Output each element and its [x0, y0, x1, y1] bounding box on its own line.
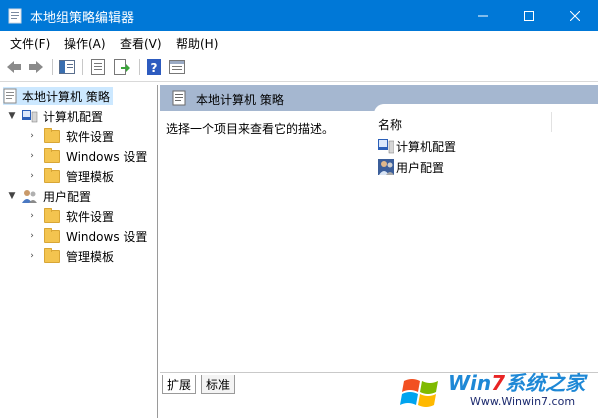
console-view-icon[interactable] [168, 58, 186, 76]
toolbar: ? [0, 53, 598, 82]
tab-label: 扩展 [167, 377, 192, 392]
list-item[interactable]: 用户配置 [378, 158, 444, 176]
tree-user-label: 用户配置 [43, 189, 92, 204]
chevron-right-icon[interactable]: › [26, 171, 38, 181]
tree-item[interactable]: › 管理模板 [26, 247, 114, 265]
menu-bar: 文件(F) 操作(A) 查看(V) 帮助(H) [0, 31, 598, 53]
tree-user-config[interactable]: ▼ 用户配置 [6, 187, 91, 205]
watermark-brand-b: 7 [491, 371, 506, 395]
watermark-logo: Win7系统之家 Www.Winwin7.com [400, 365, 598, 418]
tree-item-label: 软件设置 [66, 129, 115, 144]
tree-item[interactable]: › Windows 设置 [26, 227, 147, 245]
windows-logo-icon [400, 371, 444, 415]
window-title: 本地组策略编辑器 [30, 11, 135, 26]
tree-computer-config[interactable]: ▼ 计算机配置 [6, 107, 103, 125]
watermark-brand-a: Win [448, 371, 492, 395]
list-item[interactable]: 计算机配置 [378, 137, 456, 155]
computer-icon [378, 138, 395, 154]
menu-file[interactable]: 文件(F) [10, 35, 50, 52]
user-icon [22, 189, 38, 203]
chevron-right-icon[interactable]: › [26, 251, 38, 261]
list-item-label: 用户配置 [396, 160, 445, 175]
close-button[interactable] [552, 0, 598, 31]
tree-item-label: 管理模板 [66, 249, 115, 264]
policy-document-icon [3, 88, 17, 104]
item-list: 名称 计算机配置 用户配置 [374, 104, 598, 364]
export-list-icon[interactable] [113, 58, 131, 76]
folder-icon [44, 247, 60, 263]
folder-icon [44, 207, 60, 223]
watermark-url: Www.Winwin7.com [470, 395, 576, 408]
chevron-down-icon[interactable]: ▼ [6, 191, 18, 201]
toolbar-separator [52, 59, 53, 75]
minimize-button[interactable] [460, 0, 506, 31]
column-divider[interactable] [551, 112, 552, 132]
help-icon[interactable]: ? [145, 58, 163, 76]
chevron-right-icon[interactable]: › [26, 211, 38, 221]
tree-root[interactable]: 本地计算机 策略 [3, 87, 113, 105]
folder-icon [44, 167, 60, 183]
details-header-title: 本地计算机 策略 [196, 93, 284, 107]
tree-item[interactable]: › 管理模板 [26, 167, 114, 185]
tab-standard[interactable]: 标准 [201, 375, 236, 394]
user-icon [378, 159, 394, 175]
tree-item-label: Windows 设置 [66, 229, 148, 244]
watermark-brand-c: 系统之家 [505, 371, 586, 395]
column-header-name[interactable]: 名称 [378, 116, 402, 133]
policy-document-icon [172, 90, 186, 106]
chevron-right-icon[interactable]: › [26, 231, 38, 241]
tree-root-label: 本地计算机 策略 [22, 89, 110, 104]
forward-arrow-icon[interactable] [27, 58, 45, 76]
watermark-brand: Win7系统之家 [448, 367, 585, 396]
title-bar: 本地组策略编辑器 [0, 0, 598, 31]
description-text: 选择一个项目来查看它的描述。 [166, 122, 335, 136]
folder-icon [44, 227, 60, 243]
computer-icon [22, 109, 38, 123]
menu-view[interactable]: 查看(V) [120, 35, 162, 52]
maximize-button[interactable] [506, 0, 552, 31]
svg-text:?: ? [151, 61, 158, 75]
properties-icon[interactable] [89, 58, 107, 76]
tree-item[interactable]: › 软件设置 [26, 207, 114, 225]
toolbar-separator [139, 59, 140, 75]
tree-computer-label: 计算机配置 [43, 109, 104, 124]
tree-item-label: 软件设置 [66, 209, 115, 224]
chevron-down-icon[interactable]: ▼ [6, 111, 18, 121]
policy-editor-icon [8, 8, 22, 24]
tree-item-label: 管理模板 [66, 169, 115, 184]
folder-icon [44, 127, 60, 143]
list-item-label: 计算机配置 [396, 139, 457, 154]
tree-item[interactable]: › 软件设置 [26, 127, 114, 145]
show-hide-tree-icon[interactable] [58, 58, 76, 76]
tree-item-label: Windows 设置 [66, 149, 148, 164]
back-arrow-icon[interactable] [5, 58, 23, 76]
chevron-right-icon[interactable]: › [26, 151, 38, 161]
folder-icon [44, 147, 60, 163]
menu-help[interactable]: 帮助(H) [176, 35, 218, 52]
chevron-right-icon[interactable]: › [26, 131, 38, 141]
tab-extended[interactable]: 扩展 [162, 375, 197, 394]
tree-item[interactable]: › Windows 设置 [26, 147, 147, 165]
tree-pane: 本地计算机 策略 ▼ 计算机配置 › 软件设置 › Windows 设置 › 管… [0, 85, 158, 418]
toolbar-separator [82, 59, 83, 75]
menu-action[interactable]: 操作(A) [64, 35, 106, 52]
tab-label: 标准 [206, 377, 231, 392]
